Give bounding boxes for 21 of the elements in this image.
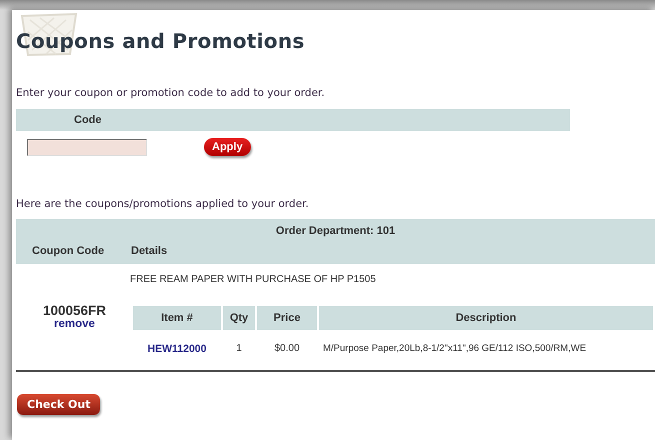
- table-cell-text: $0.00: [273, 342, 301, 356]
- remove-link[interactable]: remove: [54, 318, 95, 330]
- instruction-text: Enter your coupon or promotion code to add to your order.: [16, 87, 326, 99]
- column-header: Qty: [223, 306, 255, 330]
- apply-button[interactable]: Apply: [204, 138, 251, 156]
- column-header: Coupon Code: [32, 245, 106, 257]
- page-title: Coupons and Promotions: [16, 29, 305, 53]
- item-link[interactable]: HEW112000: [148, 342, 206, 354]
- instruction-text: Here are the coupons/promotions applied to your order.: [16, 198, 310, 210]
- column-header: Description: [319, 306, 653, 330]
- table-cell-text: M/Purpose Paper,20Lb,8-1/2"x11",96 GE/112 ISO,500/RM,WE: [322, 342, 588, 356]
- column-header: Price: [257, 306, 317, 330]
- column-header: Code: [74, 114, 102, 126]
- coupon-code: 100056FR: [42, 303, 106, 318]
- coupon-code-field[interactable]: [27, 138, 147, 156]
- column-header: Details: [131, 245, 168, 257]
- table-cell-text: 1: [235, 342, 243, 356]
- table-header: Order Department: 101: [274, 224, 396, 239]
- column-header: Item #: [133, 306, 221, 330]
- coupon-details: FREE REAM PAPER WITH PURCHASE OF HP P1505: [130, 274, 377, 285]
- check-out-button[interactable]: Check Out: [17, 394, 100, 415]
